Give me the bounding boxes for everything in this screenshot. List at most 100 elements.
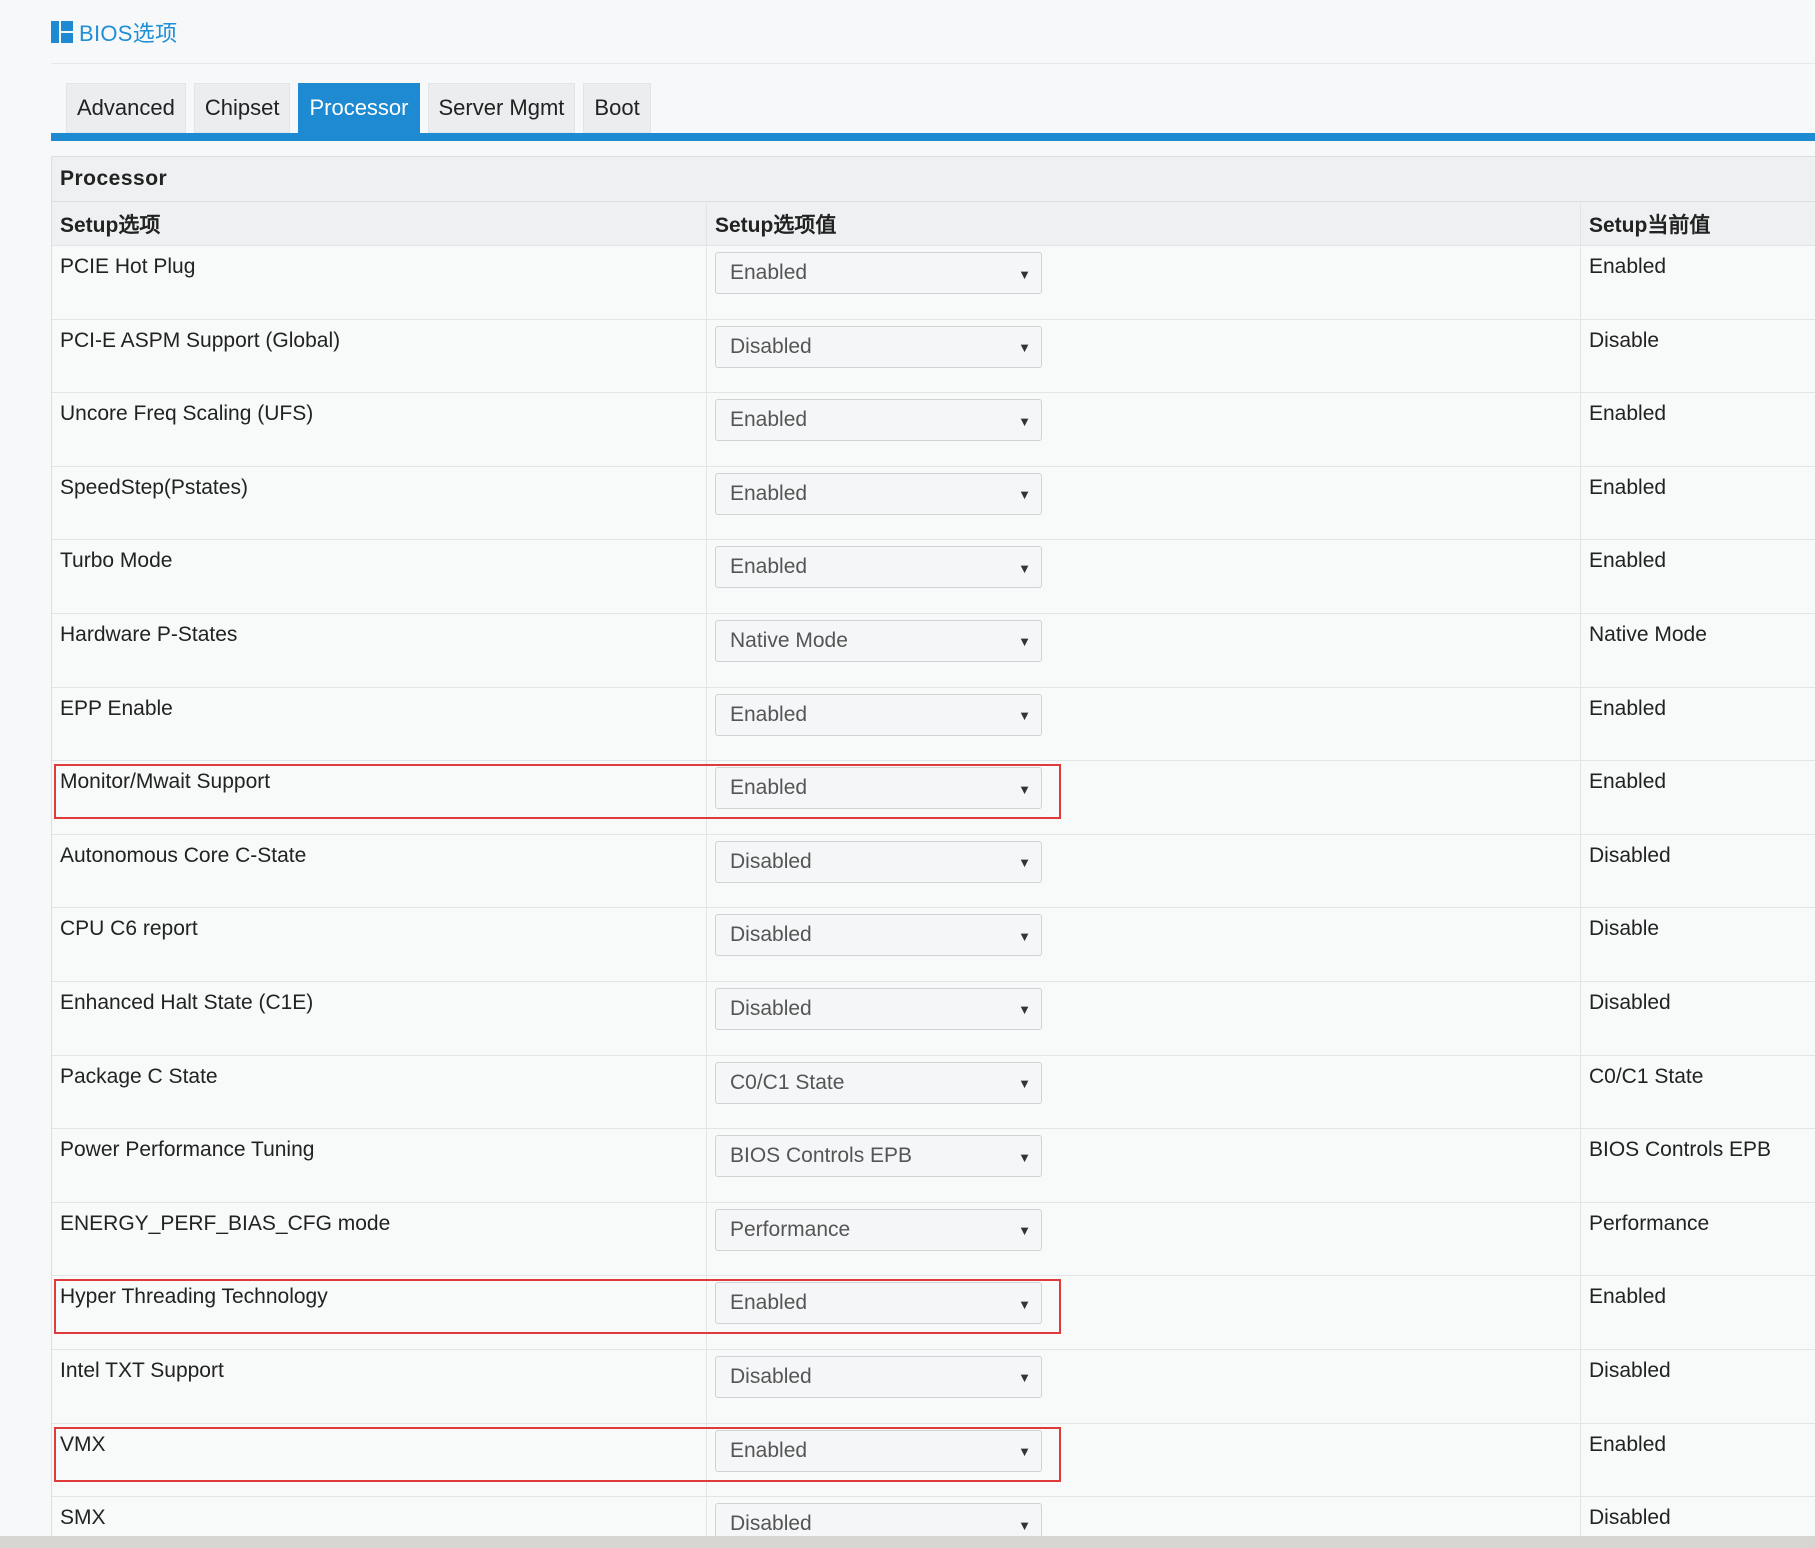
setting-value-select[interactable]: C0/C1 State ▼	[715, 1061, 1042, 1104]
select-value-label: Enabled	[730, 481, 808, 505]
setting-name: Package C State	[52, 1055, 707, 1129]
select-value-label: Disabled	[730, 996, 812, 1020]
setting-name: Autonomous Core C-State	[52, 834, 707, 908]
select-value-label: Enabled	[730, 408, 808, 432]
setting-name: ENERGY_PERF_BIAS_CFG mode	[52, 1202, 707, 1276]
table-row: Hyper Threading Technology Enabled ▼ Enable…	[52, 1276, 1815, 1350]
setting-value-cell: Enabled ▼	[707, 1276, 1581, 1349]
select-value-label: Disabled	[730, 849, 812, 873]
setting-value-cell: Enabled ▼	[707, 466, 1581, 540]
caret-down-icon: ▼	[1018, 708, 1031, 724]
setting-value-select[interactable]: BIOS Controls EPB ▼	[715, 1135, 1042, 1178]
setting-current-value: Disabled	[1589, 990, 1671, 1014]
setting-current-value: Native Mode	[1589, 622, 1707, 646]
setting-current-value: Enabled	[1589, 475, 1667, 499]
section-title: Processor	[52, 157, 1815, 202]
tab-processor[interactable]: Processor	[298, 83, 420, 133]
select-value-label: Disabled	[730, 923, 812, 947]
tab-server-mgmt[interactable]: Server Mgmt	[427, 83, 576, 133]
setting-current-value: Enabled	[1589, 402, 1667, 426]
setting-value-cell: Enabled ▼	[707, 687, 1581, 761]
table-row: Autonomous Core C-State Disabled ▼ Disabled	[52, 834, 1815, 909]
setting-value-cell: Enabled ▼	[707, 540, 1581, 613]
column-header-current: Setup当前值	[1589, 213, 1711, 237]
setting-value-select[interactable]: Enabled ▼	[715, 693, 1042, 736]
tab-chipset[interactable]: Chipset	[193, 83, 291, 133]
setting-name: Hyper Threading Technology	[52, 1276, 707, 1349]
setting-value-select[interactable]: Performance ▼	[715, 1208, 1042, 1251]
caret-down-icon: ▼	[1018, 928, 1031, 944]
caret-down-icon: ▼	[1018, 855, 1031, 871]
select-value-label: Enabled	[730, 1291, 808, 1315]
table-row: Monitor/Mwait Support Enabled ▼ Enabled	[52, 761, 1815, 835]
setting-value-select[interactable]: Enabled ▼	[715, 399, 1042, 442]
caret-down-icon: ▼	[1018, 1296, 1031, 1312]
setting-current-value: Enabled	[1589, 1285, 1667, 1309]
select-value-label: Disabled	[730, 1364, 812, 1388]
setting-value-cell: Enabled ▼	[707, 761, 1581, 834]
table-row: CPU C6 report Disabled ▼ Disable	[52, 908, 1815, 982]
table-row: Power Performance Tuning BIOS Controls EP…	[52, 1129, 1815, 1203]
setting-value-select[interactable]: Disabled ▼	[715, 325, 1042, 368]
setting-value-select[interactable]: Enabled ▼	[715, 1429, 1042, 1472]
setting-value-cell: Disabled ▼	[707, 1497, 1581, 1537]
setting-name: PCI-E ASPM Support (Global)	[52, 319, 707, 393]
setting-current-value: Disabled	[1589, 843, 1671, 867]
setting-value-cell: Enabled ▼	[707, 246, 1581, 319]
setting-value-select[interactable]: Disabled ▼	[715, 840, 1042, 883]
table-row: SMX Disabled ▼ Disabled	[52, 1497, 1815, 1537]
caret-down-icon: ▼	[1018, 781, 1031, 797]
setting-current-value: Disable	[1589, 917, 1660, 941]
setting-current-value: Disabled	[1589, 1358, 1671, 1382]
setting-value-select[interactable]: Disabled ▼	[715, 914, 1042, 957]
setting-name: Enhanced Halt State (C1E)	[52, 981, 707, 1055]
setting-name: Uncore Freq Scaling (UFS)	[52, 393, 707, 466]
setting-value-cell: C0/C1 State ▼	[707, 1055, 1581, 1129]
column-header-option: Setup选项	[52, 202, 707, 245]
setting-value-select[interactable]: Enabled ▼	[715, 252, 1042, 294]
setting-value-select[interactable]: Disabled ▼	[715, 987, 1042, 1030]
caret-down-icon: ▼	[1018, 340, 1031, 356]
tab-bar: Advanced Chipset Processor Server Mgmt B…	[66, 83, 651, 133]
setting-value-select[interactable]: Enabled ▼	[715, 546, 1042, 589]
setting-value-cell: Disabled ▼	[707, 834, 1581, 908]
table-header-row: Setup选项 Setup选项值 Setup当前值	[52, 202, 1815, 246]
select-value-label: Enabled	[730, 261, 808, 284]
setting-value-cell: Performance ▼	[707, 1202, 1581, 1276]
setting-name: SMX	[52, 1497, 707, 1537]
layout-panels-icon	[51, 21, 73, 43]
table-row: Turbo Mode Enabled ▼ Enabled	[52, 540, 1815, 614]
setting-name: Turbo Mode	[52, 540, 707, 613]
setting-value-cell: Enabled ▼	[707, 393, 1581, 466]
setting-value-select[interactable]: Enabled ▼	[715, 767, 1042, 810]
select-value-label: Disabled	[730, 1512, 812, 1536]
caret-down-icon: ▼	[1018, 634, 1031, 650]
select-value-label: Enabled	[730, 555, 808, 579]
setting-current-value: Enabled	[1589, 1432, 1667, 1456]
caret-down-icon: ▼	[1018, 1444, 1031, 1459]
table-body: PCIE Hot Plug Enabled ▼ Enabled PCI-E ASPM S…	[52, 246, 1815, 1537]
page-header: BIOS选项	[51, 16, 177, 48]
setting-value-select[interactable]: Enabled ▼	[715, 472, 1042, 515]
bios-page: BIOS选项 Advanced Chipset Processor Server…	[0, 0, 1815, 1548]
horizontal-scrollbar[interactable]	[0, 1536, 1815, 1548]
caret-down-icon: ▼	[1018, 560, 1031, 576]
setting-value-select[interactable]: Native Mode ▼	[715, 619, 1042, 662]
setting-value-select[interactable]: Disabled ▼	[715, 1355, 1042, 1398]
setting-value-cell: Enabled ▼	[707, 1423, 1581, 1497]
table-row: Intel TXT Support Disabled ▼ Disabled	[52, 1349, 1815, 1424]
setting-value-select[interactable]: Disabled ▼	[715, 1503, 1042, 1537]
setting-value-select[interactable]: Enabled ▼	[715, 1282, 1042, 1325]
table-row: Uncore Freq Scaling (UFS) Enabled ▼ Enabled	[52, 393, 1815, 467]
setting-value-cell: Disabled ▼	[707, 981, 1581, 1055]
setting-current-value: Disabled	[1589, 1506, 1671, 1530]
tab-boot[interactable]: Boot	[583, 83, 651, 133]
tab-advanced[interactable]: Advanced	[66, 83, 186, 133]
caret-down-icon: ▼	[1018, 1002, 1031, 1018]
setting-value-cell: Native Mode ▼	[707, 613, 1581, 687]
table-row: ENERGY_PERF_BIAS_CFG mode Performance ▼ Per…	[52, 1202, 1815, 1277]
setting-name: Intel TXT Support	[52, 1349, 707, 1423]
caret-down-icon: ▼	[1018, 1149, 1031, 1165]
table-row: Hardware P-States Native Mode ▼ Native Mode	[52, 613, 1815, 688]
setting-value-cell: Disabled ▼	[707, 319, 1581, 393]
